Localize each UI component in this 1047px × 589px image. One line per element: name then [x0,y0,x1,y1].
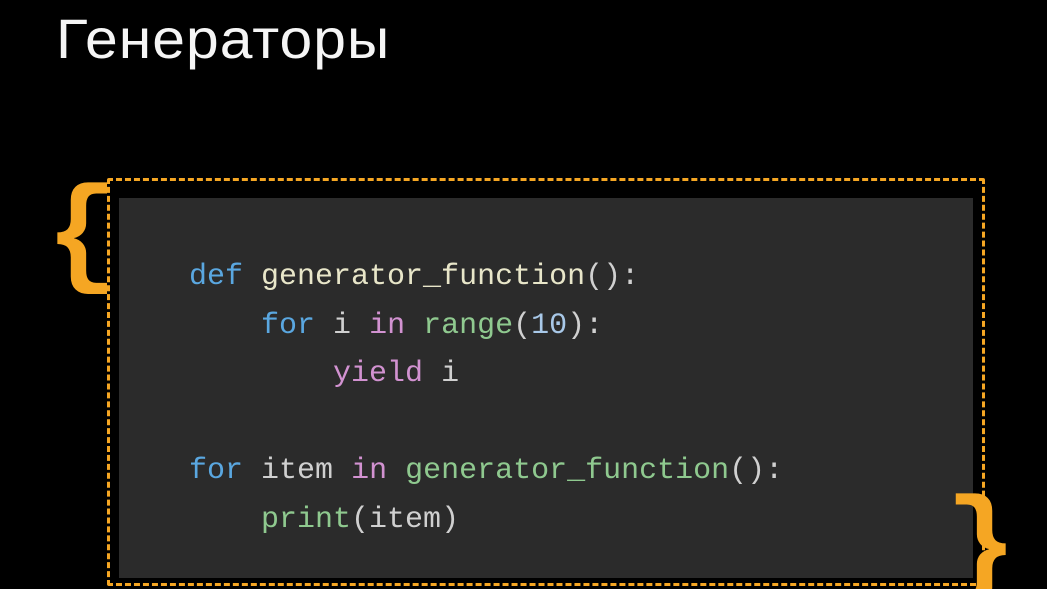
code-line-4: for item in generator_function(): [189,454,783,488]
indent [189,503,261,537]
variable-i: i [441,357,459,391]
code-line-3: yield i [189,357,459,391]
paren-open: ( [351,503,369,537]
call-print: print [261,503,351,537]
number-10: 10 [531,309,567,343]
code-line-2: for i in range(10): [189,309,603,343]
indent [189,357,261,391]
slide-title: Генераторы [56,6,390,71]
call-generator-function: generator_function [405,454,729,488]
variable-item: item [261,454,333,488]
code-line-1: def generator_function(): [189,260,639,294]
code-block: def generator_function(): for i in range… [119,198,973,578]
keyword-in: in [351,454,387,488]
code-line-5: print(item) [189,503,459,537]
variable-i: i [333,309,351,343]
keyword-yield: yield [333,357,423,391]
paren-close: ): [567,309,603,343]
punctuation: (): [585,260,639,294]
punctuation: (): [729,454,783,488]
keyword-in: in [369,309,405,343]
slide: Генераторы { def generator_function(): f… [0,0,1047,589]
call-range: range [423,309,513,343]
keyword-def: def [189,260,243,294]
brace-close-icon: } [945,489,1017,589]
variable-item: item [369,503,441,537]
indent [261,357,333,391]
indent [189,309,261,343]
function-name: generator_function [261,260,585,294]
paren-close: ) [441,503,459,537]
paren-open: ( [513,309,531,343]
keyword-for: for [189,454,243,488]
keyword-for: for [261,309,315,343]
